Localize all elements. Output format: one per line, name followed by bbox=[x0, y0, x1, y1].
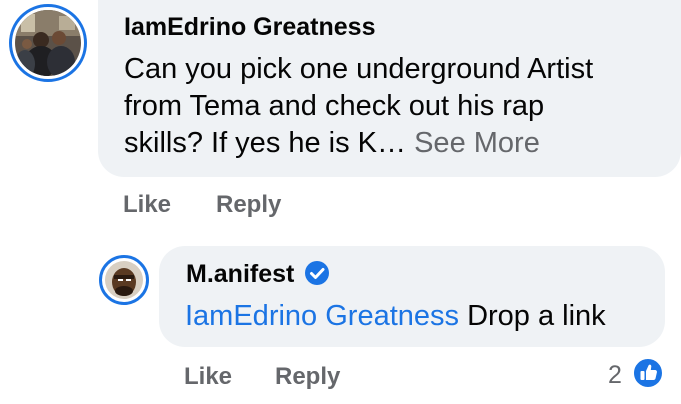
comment-bubble: IamEdrino Greatness Can you pick one und… bbox=[98, 0, 681, 177]
comment-text-line: skills? If yes he is K… See More bbox=[124, 125, 669, 162]
reaction-count[interactable]: 2 bbox=[608, 360, 622, 390]
verified-badge-icon bbox=[305, 261, 330, 286]
comment-like-button[interactable]: Like bbox=[123, 191, 171, 219]
see-more-link[interactable]: See More bbox=[414, 127, 540, 159]
comment-text-line: from Tema and check out his rap bbox=[124, 90, 545, 122]
comment-text-line: Can you pick one underground Artist bbox=[124, 53, 594, 85]
reply-like-button[interactable]: Like bbox=[184, 363, 232, 391]
comment-author[interactable]: IamEdrino Greatness bbox=[124, 12, 375, 42]
commenter-avatar[interactable] bbox=[9, 4, 87, 82]
replier-avatar[interactable] bbox=[99, 255, 149, 305]
comment-text-truncated: skills? If yes he is K… bbox=[124, 127, 415, 159]
thumbs-up-icon[interactable] bbox=[632, 357, 664, 389]
reply-text-body: Drop a link bbox=[459, 300, 606, 332]
mention-link[interactable]: IamEdrino Greatness bbox=[185, 300, 459, 332]
reply-reply-button[interactable]: Reply bbox=[275, 363, 340, 391]
comment-text: Can you pick one underground Artist from… bbox=[124, 51, 669, 162]
reply-bubble: M.anifest IamEdrino Greatness Drop a lin… bbox=[159, 246, 665, 347]
reply-author[interactable]: M.anifest bbox=[186, 260, 294, 288]
reply-author-row: M.anifest bbox=[186, 259, 330, 289]
reply-text: IamEdrino Greatness Drop a link bbox=[185, 298, 606, 335]
comment-reply-button[interactable]: Reply bbox=[216, 191, 281, 219]
